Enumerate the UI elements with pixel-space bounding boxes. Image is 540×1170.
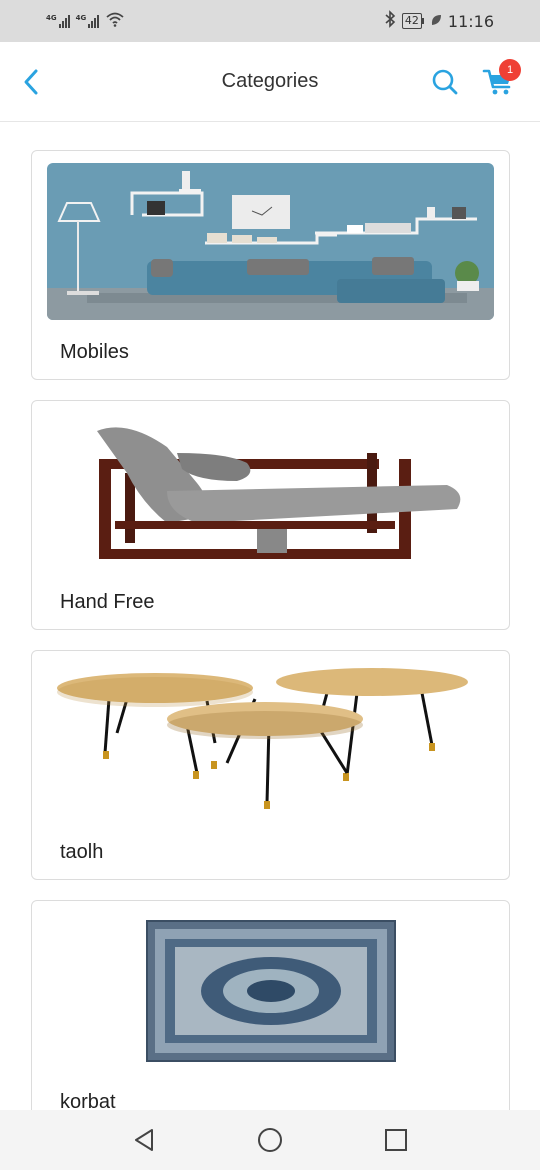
category-card[interactable]: taolh <box>31 650 510 880</box>
wifi-icon <box>105 11 125 31</box>
status-left: 4G 4G <box>46 11 125 31</box>
category-list: Mobiles Hand Free taolh korbat <box>0 122 540 1110</box>
nav-recents-button[interactable] <box>376 1120 416 1160</box>
system-nav-bar <box>0 1110 540 1170</box>
back-arrow-icon <box>24 69 38 95</box>
category-label: taolh <box>60 841 104 863</box>
battery-level: 42 <box>401 13 422 29</box>
category-card[interactable]: korbat <box>31 900 510 1110</box>
signal-icon: 4G <box>46 14 70 28</box>
status-bar: 4G 4G 42 11:16 <box>0 0 540 42</box>
category-label: korbat <box>60 1091 116 1110</box>
search-icon <box>432 69 458 95</box>
cart-button[interactable]: 1 <box>480 59 521 100</box>
lounge-chair-photo <box>47 413 494 570</box>
app-bar: Categories 1 <box>0 42 540 122</box>
back-button[interactable] <box>14 64 48 100</box>
signal-icon: 4G <box>76 14 100 28</box>
blue-rug-photo <box>47 913 494 1070</box>
living-room-sofa-photo <box>47 163 494 320</box>
search-button[interactable] <box>428 64 462 100</box>
page-title: Categories <box>221 70 319 92</box>
round-coffee-tables-photo <box>47 663 494 820</box>
recents-square-icon <box>385 1129 407 1151</box>
network-type-2: 4G <box>75 14 87 22</box>
home-circle-icon <box>258 1128 282 1152</box>
network-type-1: 4G <box>46 14 57 22</box>
nav-home-button[interactable] <box>250 1120 290 1160</box>
category-label: Hand Free <box>60 591 155 613</box>
leaf-icon <box>430 12 442 31</box>
nav-back-button[interactable] <box>124 1120 164 1160</box>
back-triangle-icon <box>135 1129 153 1151</box>
battery-icon: 42 <box>401 13 424 29</box>
category-card[interactable]: Hand Free <box>31 400 510 630</box>
clock: 11:16 <box>447 11 494 31</box>
category-label: Mobiles <box>60 341 129 363</box>
bluetooth-icon <box>384 10 396 32</box>
category-card[interactable]: Mobiles <box>31 150 510 380</box>
status-right: 42 11:16 <box>384 10 494 32</box>
cart-count-badge: 1 <box>499 59 521 81</box>
